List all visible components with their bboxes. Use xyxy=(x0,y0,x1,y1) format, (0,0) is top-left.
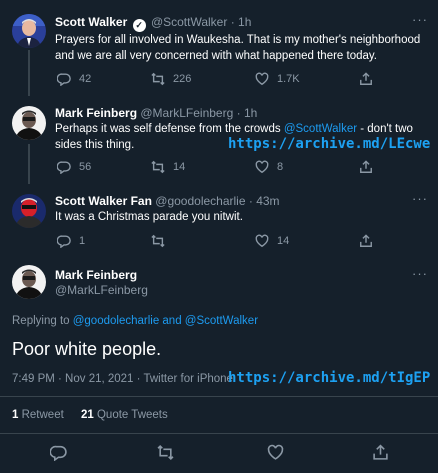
author-name[interactable]: Mark Feinberg xyxy=(55,268,137,282)
replying-to-link[interactable]: @goodolecharlie and @ScottWalker xyxy=(73,315,258,327)
share-button[interactable] xyxy=(359,160,373,174)
retweet-count: 226 xyxy=(173,73,192,85)
verified-badge-icon: ✓ xyxy=(132,19,146,32)
reply-icon xyxy=(57,235,71,248)
like-button[interactable]: 14 xyxy=(255,234,289,248)
archive-link-overlay[interactable]: https://archive.md/tIgEP xyxy=(228,370,430,386)
author-name[interactable]: Scott Walker xyxy=(55,15,127,29)
reply-icon[interactable] xyxy=(50,444,67,461)
main-tweet-text: Poor white people. xyxy=(12,339,162,359)
share-button[interactable] xyxy=(359,234,373,248)
like-count: 14 xyxy=(277,235,290,247)
like-icon xyxy=(255,160,269,174)
share-icon xyxy=(360,234,372,247)
more-icon[interactable]: ··· xyxy=(412,266,428,281)
main-tweet-actions xyxy=(0,444,438,464)
retweet-icon xyxy=(151,72,165,86)
avatar-scott-walker[interactable] xyxy=(12,14,46,48)
reply-button[interactable]: 1 xyxy=(57,234,85,248)
archive-link-overlay[interactable]: https://archive.md/LEcwe xyxy=(228,136,430,152)
author-handle[interactable]: @goodolecharlie xyxy=(155,194,245,208)
thread-line xyxy=(28,50,30,96)
tweet-text: Prayers for all involved in Waukesha. Th… xyxy=(55,34,421,62)
thread-line xyxy=(28,144,30,184)
reply-icon xyxy=(57,73,71,86)
like-button[interactable]: 8 xyxy=(255,160,283,174)
tweet-time[interactable]: · 1h xyxy=(231,15,252,29)
retweet-icon xyxy=(151,160,165,174)
like-count: 1.7K xyxy=(277,73,300,85)
mention-link[interactable]: @ScottWalker xyxy=(284,123,357,135)
more-icon[interactable]: ··· xyxy=(412,191,428,206)
like-icon[interactable] xyxy=(267,444,284,461)
tweet-scott-walker-fan[interactable]: Scott Walker Fan @goodolecharlie · 43m ·… xyxy=(0,184,438,260)
divider xyxy=(0,396,438,397)
retweet-stat[interactable]: 1 Retweet xyxy=(12,409,64,421)
retweet-button[interactable]: 226 xyxy=(151,72,191,86)
divider xyxy=(0,433,438,434)
like-icon xyxy=(255,72,269,86)
quote-tweet-stat[interactable]: 21 Quote Tweets xyxy=(81,409,168,421)
tweet-header: Scott Walker Fan @goodolecharlie · 43m xyxy=(55,194,280,208)
share-icon xyxy=(360,160,372,173)
tweet-meta[interactable]: 7:49 PM · Nov 21, 2021 · Twitter for iPh… xyxy=(12,373,233,385)
like-button[interactable]: 1.7K xyxy=(255,72,300,86)
main-tweet: Mark Feinberg @MarkLFeinberg ··· Replyin… xyxy=(0,260,438,473)
tweet-time[interactable]: · 1h xyxy=(237,106,258,120)
reply-button[interactable]: 42 xyxy=(57,72,91,86)
tweet-text: It was a Christmas parade you nitwit. xyxy=(55,211,243,223)
reply-count: 1 xyxy=(79,235,86,247)
author-name[interactable]: Scott Walker Fan xyxy=(55,194,152,208)
author-name[interactable]: Mark Feinberg xyxy=(55,106,137,120)
tweet-header: Mark Feinberg @MarkLFeinberg · 1h xyxy=(55,106,257,120)
tweet-scott-walker[interactable]: Scott Walker ✓ @ScottWalker · 1h ··· Pra… xyxy=(0,0,438,96)
reply-count: 56 xyxy=(79,161,92,173)
reply-icon xyxy=(57,161,71,174)
retweet-button[interactable]: 14 xyxy=(151,160,185,174)
share-icon xyxy=(360,72,372,85)
retweet-button[interactable] xyxy=(151,234,173,248)
tweet-header: Scott Walker ✓ @ScottWalker · 1h xyxy=(55,15,251,32)
retweet-count: 14 xyxy=(173,161,186,173)
author-handle[interactable]: @MarkLFeinberg xyxy=(55,283,148,297)
tweet-mark-feinberg-reply[interactable]: Mark Feinberg @MarkLFeinberg · 1h Perhap… xyxy=(0,96,438,184)
like-count: 8 xyxy=(277,161,284,173)
share-button[interactable] xyxy=(359,72,373,86)
avatar-mark-feinberg[interactable] xyxy=(12,265,46,299)
avatar-scott-walker-fan[interactable] xyxy=(12,194,46,228)
avatar-mark-feinberg[interactable] xyxy=(12,106,46,140)
share-icon[interactable] xyxy=(372,444,389,461)
tweet-time[interactable]: · 43m xyxy=(249,194,280,208)
like-icon xyxy=(255,234,269,248)
retweet-icon[interactable] xyxy=(157,444,174,461)
retweet-icon xyxy=(151,234,165,248)
author-handle[interactable]: @MarkLFeinberg xyxy=(140,106,233,120)
reply-count: 42 xyxy=(79,73,92,85)
replying-to: Replying to @goodolecharlie and @ScottWa… xyxy=(12,315,259,327)
engagement-stats: 1 Retweet 21 Quote Tweets xyxy=(12,409,168,421)
author-handle[interactable]: @ScottWalker xyxy=(151,15,227,29)
reply-button[interactable]: 56 xyxy=(57,160,91,174)
more-icon[interactable]: ··· xyxy=(412,12,428,27)
